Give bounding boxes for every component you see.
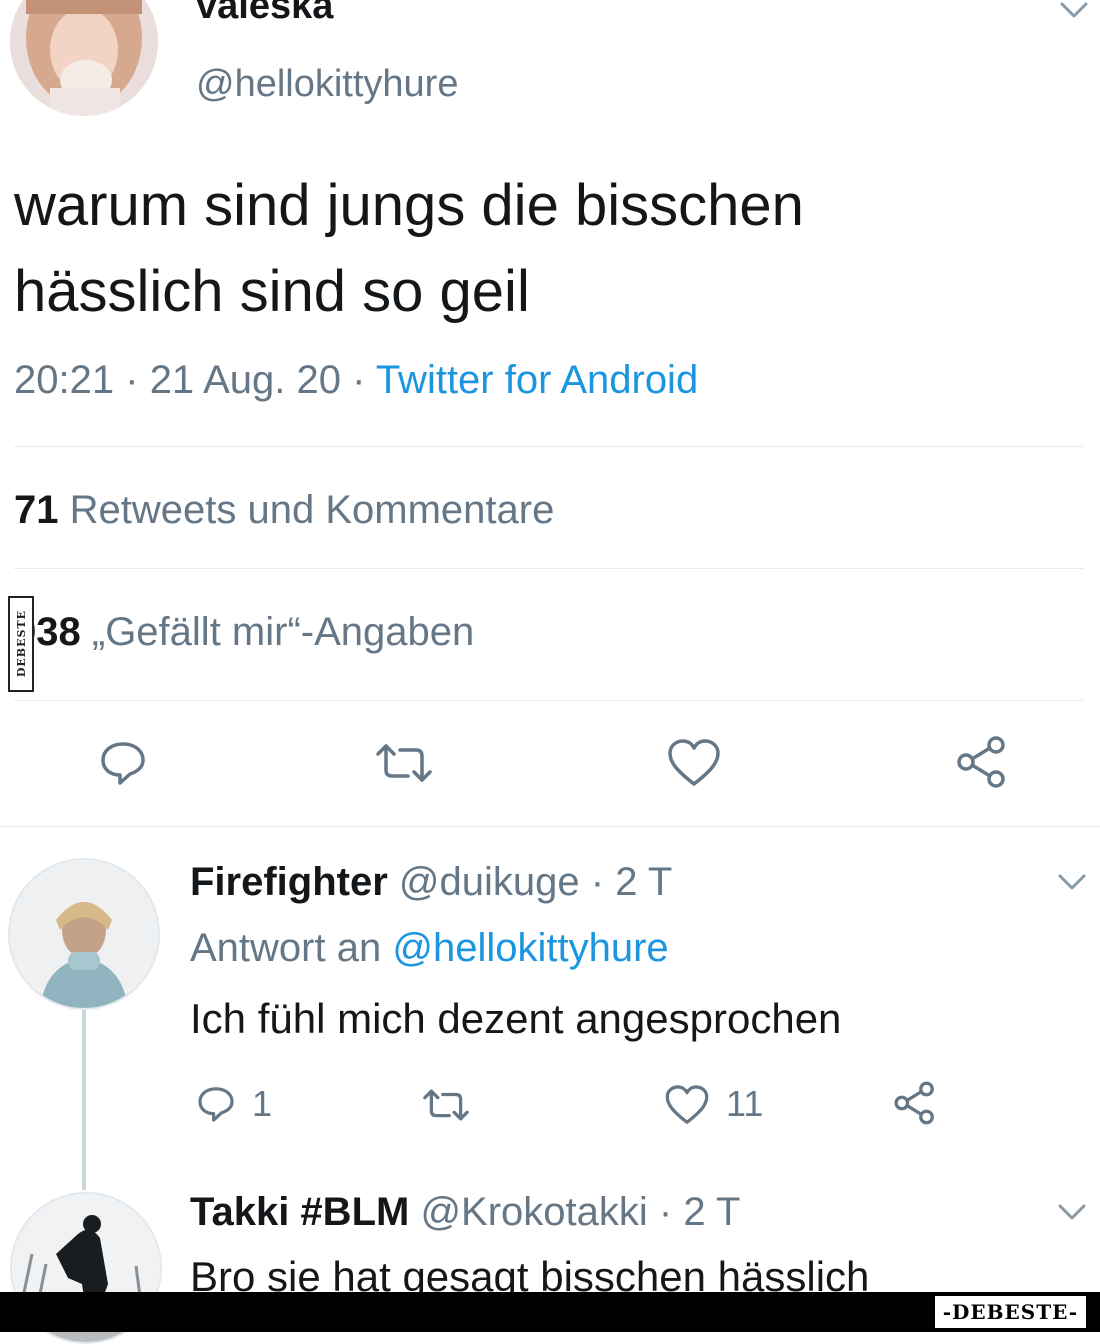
watermark-side: DEBESTE <box>8 596 34 692</box>
tweet-author-avatar[interactable] <box>10 0 158 116</box>
comment-icon[interactable] <box>98 738 148 788</box>
reply-text: Ich fühl mich dezent angesprochen <box>190 995 842 1042</box>
divider <box>14 568 1084 569</box>
reply-prefix: Antwort an <box>190 926 382 970</box>
reply-context: Antwort an @hellokittyhure <box>190 922 669 974</box>
retweet-icon[interactable] <box>372 740 436 786</box>
comment-icon[interactable] <box>196 1084 236 1124</box>
likes-label: „Gefällt mir“-Angaben <box>91 610 475 654</box>
retweet-icon[interactable] <box>420 1086 472 1124</box>
watermark-side-text: DEBESTE <box>14 610 28 678</box>
tweet-author-handle[interactable]: @hellokittyhure <box>196 60 458 108</box>
tweet-time: 20:21 <box>14 358 115 402</box>
heart-icon[interactable] <box>664 1084 710 1126</box>
thread-line <box>82 1010 86 1190</box>
tweet-text-line-2: hässlich sind so geil <box>14 259 530 324</box>
reply-author-name[interactable]: Firefighter <box>190 860 388 904</box>
reply-author-name[interactable]: Takki #BLM <box>190 1190 409 1234</box>
heart-icon[interactable] <box>666 738 722 788</box>
likes-stat[interactable]: 938 „Gefällt mir“-Angaben <box>14 606 474 658</box>
retweets-stat[interactable]: 71 Retweets und Kommentare <box>14 484 554 536</box>
reply-like-count: 11 <box>726 1083 764 1124</box>
divider <box>14 700 1084 701</box>
divider <box>14 446 1084 447</box>
reply-to-handle[interactable]: @hellokittyhure <box>392 926 668 970</box>
share-icon[interactable] <box>892 1080 938 1126</box>
tweet-author-name[interactable]: valeska <box>196 0 333 28</box>
tweet-text-line-1: warum sind jungs die bisschen <box>14 173 804 238</box>
retweets-label: Retweets und Kommentare <box>69 488 555 532</box>
tweet-date: 21 Aug. 20 <box>149 358 341 402</box>
reply-author-avatar[interactable] <box>8 858 160 1010</box>
share-icon[interactable] <box>954 734 1010 790</box>
divider <box>0 826 1100 827</box>
meta-separator: · <box>125 358 139 402</box>
meta-separator: · <box>352 358 366 402</box>
tweet-source[interactable]: Twitter for Android <box>376 358 698 402</box>
watermark-bar: -DEBESTE- <box>0 1292 1100 1332</box>
reply-header: Firefighter @duikuge · 2 T <box>190 856 672 908</box>
chevron-down-icon[interactable] <box>1056 1200 1088 1224</box>
retweets-count: 71 <box>14 488 59 532</box>
reply-age: · 2 T <box>658 1190 741 1234</box>
watermark-bottom: -DEBESTE- <box>934 1296 1086 1328</box>
reply-header: Takki #BLM @Krokotakki · 2 T <box>190 1186 740 1238</box>
reply-author-handle[interactable]: @Krokotakki <box>420 1190 647 1234</box>
chevron-down-icon[interactable] <box>1058 0 1090 22</box>
reply-author-handle[interactable]: @duikuge <box>399 860 580 904</box>
chevron-down-icon[interactable] <box>1056 870 1088 894</box>
reply-age: · 2 T <box>590 860 673 904</box>
reply-comment-count: 1 <box>252 1083 273 1124</box>
tweet-meta: 20:21 · 21 Aug. 20 · Twitter for Android <box>14 354 698 406</box>
